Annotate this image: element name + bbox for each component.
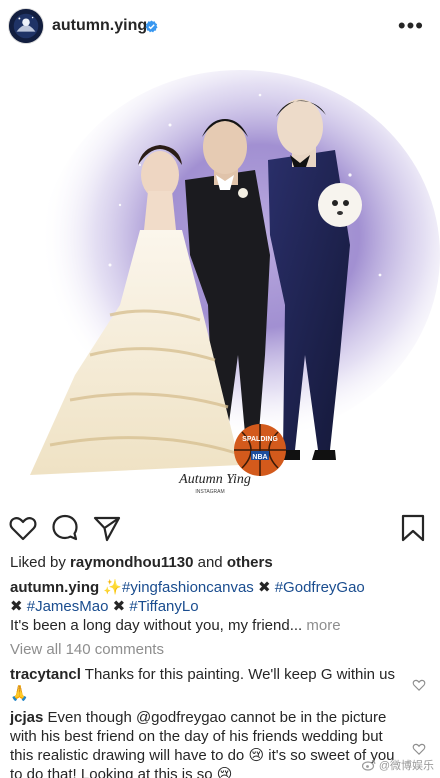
artist-signature: Autumn Ying bbox=[178, 472, 251, 487]
post-image[interactable]: SPALDING NBA Autumn Ying INSTAGRAM bbox=[0, 55, 440, 500]
more-options-icon[interactable]: ••• bbox=[398, 15, 424, 37]
heart-outline-icon[interactable] bbox=[8, 513, 38, 543]
comment-text: Thanks for this painting. We'll keep G w… bbox=[84, 666, 396, 683]
hashtag-godfreygao[interactable]: #GodfreyGao bbox=[275, 579, 365, 596]
hashtag-yingfashioncanvas[interactable]: #yingfashioncanvas bbox=[122, 579, 254, 596]
ball-brand-text: SPALDING bbox=[242, 436, 278, 443]
ball-logo-text: NBA bbox=[252, 454, 267, 461]
bookmark-icon[interactable] bbox=[398, 513, 428, 543]
comment-like-heart-icon[interactable] bbox=[412, 742, 426, 756]
comment-item: jcjas Even though @godfreygao cannot be … bbox=[10, 708, 408, 778]
comment-bubble-icon[interactable] bbox=[50, 513, 80, 543]
caption-username[interactable]: autumn.ying bbox=[10, 579, 99, 596]
caption-text: It's been a long day without you, my fri… bbox=[10, 617, 303, 634]
cross-mark-icon: ✖ bbox=[257, 579, 271, 596]
comment-username[interactable]: jcjas bbox=[10, 709, 43, 726]
weibo-watermark: @微博娱乐 bbox=[361, 757, 434, 773]
caption-more-link[interactable]: more bbox=[306, 617, 340, 634]
paper-plane-icon[interactable] bbox=[92, 513, 122, 543]
crying-face-emoji: 😢 bbox=[248, 747, 265, 764]
likes-joiner: and bbox=[197, 554, 223, 571]
post-username[interactable]: autumn.ying bbox=[52, 17, 147, 35]
post-caption: autumn.ying ✨#yingfashioncanvas ✖ #Godfr… bbox=[10, 578, 430, 635]
likes-others-link[interactable]: others bbox=[227, 554, 273, 571]
post-header: autumn.ying ••• bbox=[0, 0, 440, 55]
view-all-comments-link[interactable]: View all 140 comments bbox=[10, 641, 164, 658]
cross-mark-icon: ✖ bbox=[10, 598, 23, 615]
artist-signature-sub: INSTAGRAM bbox=[195, 489, 224, 495]
comment-username[interactable]: tracytancl bbox=[10, 666, 81, 683]
likes-line: Liked by raymondhou1130 and others bbox=[10, 554, 273, 571]
comment-item: tracytancl Thanks for this painting. We'… bbox=[10, 665, 408, 703]
likes-prefix: Liked by bbox=[10, 554, 66, 571]
praying-hands-emoji: 🙏 bbox=[10, 685, 29, 702]
avatar[interactable] bbox=[8, 8, 44, 44]
weibo-logo-icon bbox=[361, 759, 376, 771]
watermark-text: @微博娱乐 bbox=[378, 760, 434, 772]
sparkle-icon: ✨ bbox=[103, 579, 123, 596]
likes-user-link[interactable]: raymondhou1130 bbox=[70, 554, 193, 571]
cross-mark-icon: ✖ bbox=[112, 598, 126, 615]
crying-face-emoji: 😢 bbox=[216, 766, 233, 778]
comment-like-heart-icon[interactable] bbox=[412, 678, 426, 692]
verified-badge-icon bbox=[145, 20, 158, 33]
hashtag-jamesmao[interactable]: #JamesMao bbox=[27, 598, 109, 615]
hashtag-tiffanylo[interactable]: #TiffanyLo bbox=[129, 598, 198, 615]
post-actions-bar bbox=[0, 505, 440, 551]
